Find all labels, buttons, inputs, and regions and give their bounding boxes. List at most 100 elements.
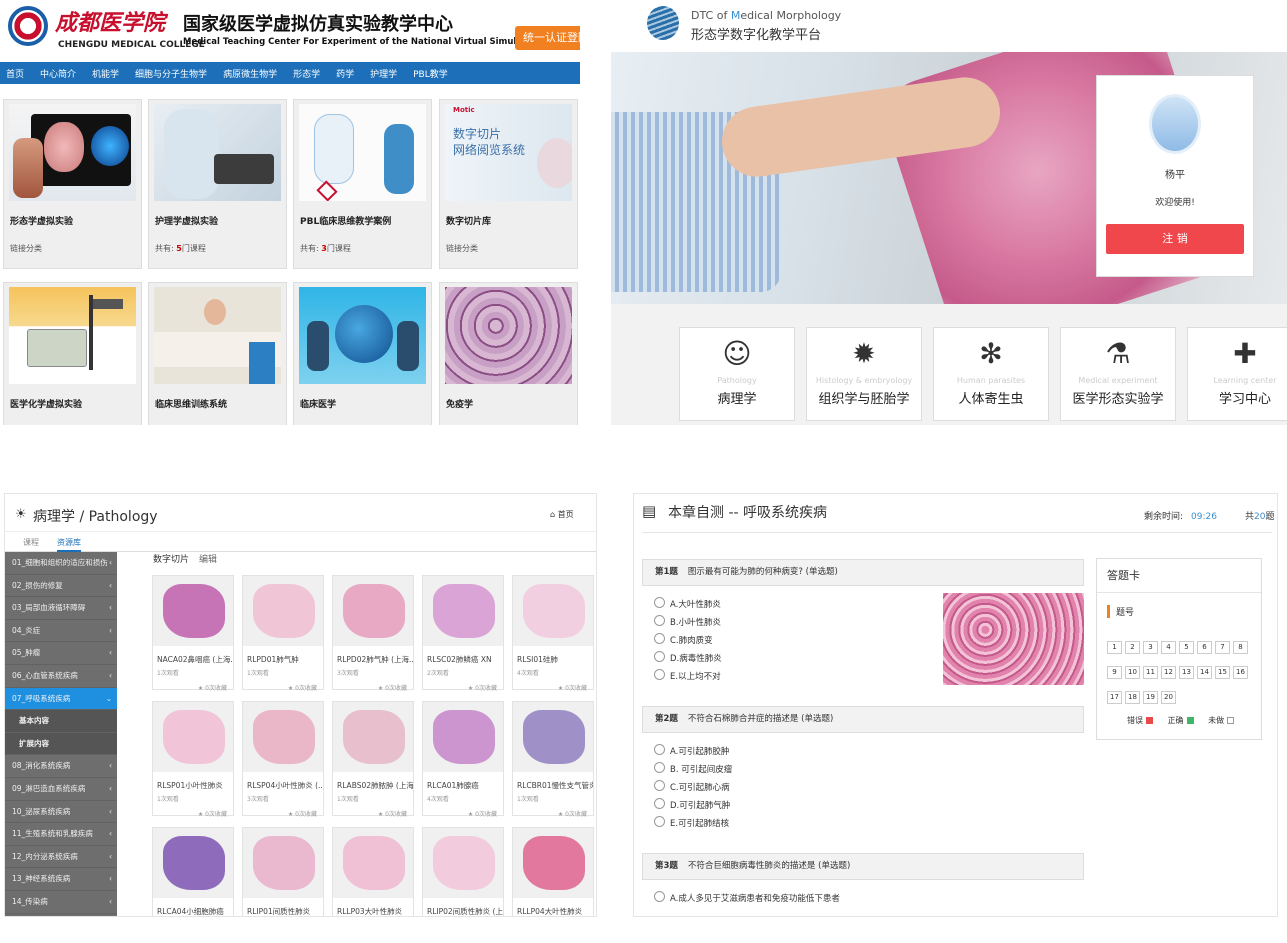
- course-card-pbl[interactable]: PBL临床思维教学案例 共有: 3门课程: [293, 99, 432, 269]
- nav-pbl[interactable]: PBL教学: [413, 67, 448, 80]
- nav-home[interactable]: 首页: [6, 67, 24, 80]
- slide-tile[interactable]: RLIP02间质性肺炎 (上...1次观看★ 0次收藏: [422, 827, 504, 916]
- course-card-clinical-training[interactable]: 临床思维训练系统: [148, 282, 287, 425]
- question-number[interactable]: 20: [1161, 691, 1176, 704]
- slide-tile[interactable]: RLLP03大叶性肺炎1次观看★ 0次收藏: [332, 827, 414, 916]
- user-panel: 杨平 欢迎使用! 注 销: [1096, 75, 1254, 277]
- sidebar-item[interactable]: 04_炎症: [5, 620, 117, 643]
- slide-name: RLIP02间质性肺炎 (上...: [427, 907, 503, 916]
- question-number[interactable]: 18: [1125, 691, 1140, 704]
- answer-option[interactable]: B. 可引起间皮瘤: [654, 762, 732, 775]
- question-number[interactable]: 12: [1161, 666, 1176, 679]
- course-card-slides[interactable]: Motic 数字切片 网络阅览系统 数字切片库 链接分类: [439, 99, 578, 269]
- edit-link[interactable]: 编辑: [199, 555, 217, 565]
- sidebar-item[interactable]: 01_细胞和组织的适应和损伤: [5, 552, 117, 575]
- question-number[interactable]: 15: [1215, 666, 1230, 679]
- course-card-nursing[interactable]: 护理学虚拟实验 共有: 5门课程: [148, 99, 287, 269]
- slide-tile[interactable]: RLSP04小叶性肺炎 (... 3次观看 ★ 0次收藏: [242, 701, 324, 818]
- question-number[interactable]: 10: [1125, 666, 1140, 679]
- slide-tile[interactable]: RLPD01肺气肿 1次观看 ★ 0次收藏: [242, 575, 324, 692]
- slide-favorites: ★ 0次收藏: [557, 811, 587, 818]
- legend-swatch-correct: [1186, 717, 1194, 724]
- answer-option[interactable]: A.可引起肺胶肿: [654, 744, 729, 757]
- slide-tile[interactable]: RLSI01硅肺 4次观看 ★ 0次收藏: [512, 575, 594, 692]
- question-number[interactable]: 16: [1233, 666, 1248, 679]
- course-card-clinical-medicine[interactable]: 临床医学: [293, 282, 432, 425]
- answer-option[interactable]: D.可引起肺气肿: [654, 798, 730, 811]
- module-pathology[interactable]: ☺ Pathology 病理学: [679, 327, 795, 421]
- nav-physiology[interactable]: 机能学: [92, 67, 119, 80]
- logout-button[interactable]: 注 销: [1106, 224, 1244, 254]
- answer-sheet-title: 答题卡: [1097, 559, 1261, 593]
- nav-cell-biology[interactable]: 细胞与分子生物学: [135, 67, 207, 80]
- nav-morphology[interactable]: 形态学: [293, 67, 320, 80]
- slide-tile[interactable]: RLCA01肺腺癌 4次观看 ★ 0次收藏: [422, 701, 504, 818]
- question-number[interactable]: 9: [1107, 666, 1122, 679]
- slide-tile[interactable]: RLABS02肺脓肿 (上海... 1次观看 ★ 0次收藏: [332, 701, 414, 818]
- course-card-morphology[interactable]: 形态学虚拟实验 链接分类: [3, 99, 142, 269]
- question-number[interactable]: 3: [1143, 641, 1158, 654]
- question-number[interactable]: 6: [1197, 641, 1212, 654]
- question-number[interactable]: 14: [1197, 666, 1212, 679]
- card-thumbnail: [9, 287, 136, 384]
- sidebar-item[interactable]: 06_心血管系统疾病: [5, 665, 117, 688]
- question-number[interactable]: 1: [1107, 641, 1122, 654]
- sidebar-item[interactable]: 08_消化系统疾病: [5, 755, 117, 778]
- unified-login-button[interactable]: 统一认证登陆: [515, 26, 580, 50]
- sidebar-subitem[interactable]: 基本内容: [5, 710, 117, 733]
- answer-option[interactable]: E.可引起肺结核: [654, 816, 729, 829]
- answer-option[interactable]: A.成人多见于艾滋病患者和免疫功能低下患者: [654, 891, 840, 904]
- sidebar-item[interactable]: 13_神经系统疾病: [5, 868, 117, 891]
- question-number[interactable]: 13: [1179, 666, 1194, 679]
- sidebar-item[interactable]: 09_淋巴造血系统疾病: [5, 778, 117, 801]
- tab-course[interactable]: 课程: [23, 537, 39, 548]
- answer-option[interactable]: C.可引起肺心病: [654, 780, 730, 793]
- module-parasites[interactable]: ✻ Human parasites 人体寄生虫: [933, 327, 1049, 421]
- module-learning-center[interactable]: ✚ Learning center 学习中心: [1187, 327, 1287, 421]
- nav-microbiology[interactable]: 病原微生物学: [223, 67, 277, 80]
- answer-option[interactable]: C.肺肉质变: [654, 633, 713, 646]
- nav-intro[interactable]: 中心简介: [40, 67, 76, 80]
- question-number[interactable]: 17: [1107, 691, 1122, 704]
- sidebar-item[interactable]: 14_传染病: [5, 891, 117, 914]
- sidebar-item[interactable]: 10_泌尿系统疾病: [5, 801, 117, 824]
- slide-views: 1次观看: [157, 670, 179, 677]
- answer-option[interactable]: A.大叶性肺炎: [654, 597, 721, 610]
- slide-tile[interactable]: RLCA04小细胞肺癌1次观看★ 0次收藏: [152, 827, 234, 916]
- nav-nursing[interactable]: 护理学: [370, 67, 397, 80]
- welcome-text: 欢迎使用!: [1155, 198, 1195, 208]
- module-histology[interactable]: ✹ Histology & embryology 组织学与胚胎学: [806, 327, 922, 421]
- course-card-immunology[interactable]: 免疫学: [439, 282, 578, 425]
- home-link[interactable]: ⌂ 首页: [550, 509, 574, 520]
- question-number[interactable]: 4: [1161, 641, 1176, 654]
- slide-tile[interactable]: RLCBR01慢性支气管炎... 1次观看 ★ 0次收藏: [512, 701, 594, 818]
- answer-option[interactable]: D.病毒性肺炎: [654, 651, 722, 664]
- sidebar-subitem[interactable]: 扩展内容: [5, 732, 117, 756]
- question-number[interactable]: 8: [1233, 641, 1248, 654]
- question-number[interactable]: 19: [1143, 691, 1158, 704]
- slide-tile[interactable]: RLPD02肺气肿 (上海... 3次观看 ★ 0次收藏: [332, 575, 414, 692]
- answer-option[interactable]: B.小叶性肺炎: [654, 615, 721, 628]
- question-number[interactable]: 5: [1179, 641, 1194, 654]
- slide-tile[interactable]: RLLP04大叶性肺炎1次观看★ 0次收藏: [512, 827, 594, 916]
- course-card-chemistry[interactable]: 医学化学虚拟实验: [3, 282, 142, 425]
- slide-tile[interactable]: RLSC02肺鳞癌 XN 2次观看 ★ 0次收藏: [422, 575, 504, 692]
- sidebar-item-active[interactable]: 07_呼吸系统疾病: [5, 687, 117, 711]
- question-number[interactable]: 11: [1143, 666, 1158, 679]
- answer-option[interactable]: E.以上均不对: [654, 669, 721, 682]
- slide-tile[interactable]: RLIP01间质性肺炎1次观看★ 0次收藏: [242, 827, 324, 916]
- slide-tile[interactable]: RLSP01小叶性肺炎 1次观看 ★ 0次收藏: [152, 701, 234, 818]
- sidebar-item[interactable]: 12_内分泌系统疾病: [5, 846, 117, 869]
- tab-resources[interactable]: 资源库: [57, 537, 81, 552]
- question-number[interactable]: 7: [1215, 641, 1230, 654]
- chapter-sidebar: 01_细胞和组织的适应和损伤 02_损伤的修复 03_局部血液循环障碍 04_炎…: [5, 552, 117, 916]
- sidebar-item[interactable]: 03_局部血液循环障碍: [5, 597, 117, 620]
- sidebar-item[interactable]: 02_损伤的修复: [5, 575, 117, 598]
- sidebar-item[interactable]: 05_肿瘤: [5, 642, 117, 665]
- question-number[interactable]: 2: [1125, 641, 1140, 654]
- module-experiment[interactable]: ⚗ Medical experiment 医学形态实验学: [1060, 327, 1176, 421]
- card-title: 护理学虚拟实验: [155, 217, 219, 227]
- nav-pharmacy[interactable]: 药学: [336, 67, 354, 80]
- sidebar-item[interactable]: 11_生殖系统和乳腺疾病: [5, 823, 117, 846]
- slide-tile[interactable]: NACA02鼻咽癌 (上海... 1次观看 ★ 0次收藏: [152, 575, 234, 692]
